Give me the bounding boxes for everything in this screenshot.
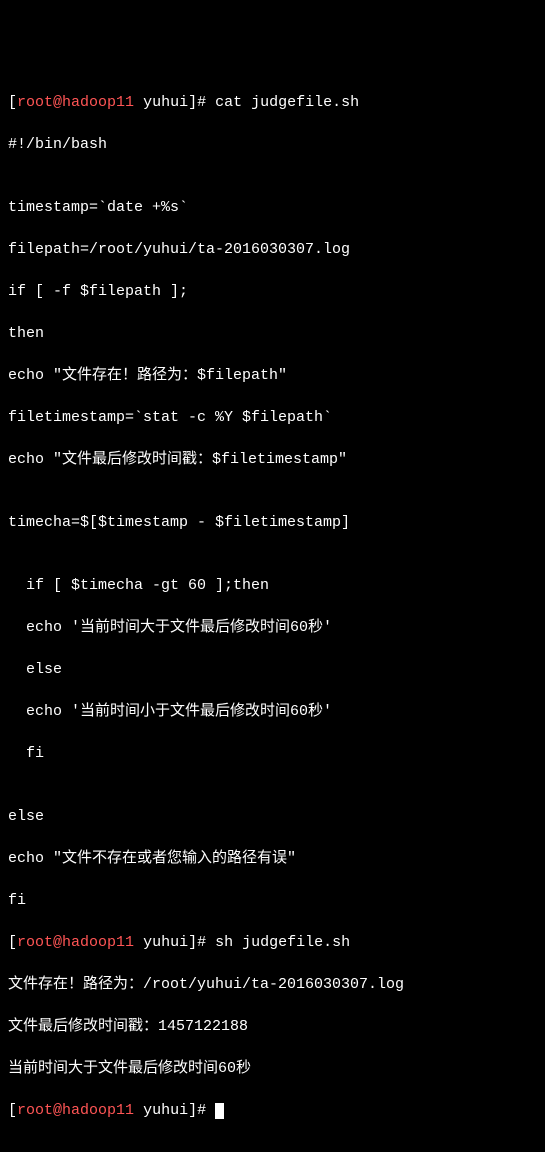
script-line: echo '当前时间大于文件最后修改时间60秒'	[8, 617, 537, 638]
cursor[interactable]	[215, 1103, 224, 1119]
script-line: #!/bin/bash	[8, 134, 537, 155]
script-line: else	[8, 659, 537, 680]
script-line: echo "文件存在！路径为：$filepath"	[8, 365, 537, 386]
output-line: 当前时间大于文件最后修改时间60秒	[8, 1058, 537, 1079]
script-line: filetimestamp=`stat -c %Y $filepath`	[8, 407, 537, 428]
script-line: if [ $timecha -gt 60 ];then	[8, 575, 537, 596]
script-line: echo '当前时间小于文件最后修改时间60秒'	[8, 701, 537, 722]
script-line: echo "文件最后修改时间戳：$filetimestamp"	[8, 449, 537, 470]
script-line: fi	[8, 743, 537, 764]
output-line: 文件存在！路径为：/root/yuhui/ta-2016030307.log	[8, 974, 537, 995]
script-line: fi	[8, 890, 537, 911]
script-line: else	[8, 806, 537, 827]
prompt-line-2: [root@hadoop11 yuhui]# sh judgefile.sh	[8, 932, 537, 953]
prompt-line-3[interactable]: [root@hadoop11 yuhui]#	[8, 1100, 537, 1121]
script-line: then	[8, 323, 537, 344]
prompt-hash: #	[197, 94, 206, 111]
script-line: timecha=$[$timestamp - $filetimestamp]	[8, 512, 537, 533]
command-sh: sh judgefile.sh	[215, 934, 350, 951]
command-cat: cat judgefile.sh	[215, 94, 359, 111]
prompt-host: hadoop11	[62, 94, 134, 111]
prompt-user: root	[17, 94, 53, 111]
script-line: echo "文件不存在或者您输入的路径有误"	[8, 848, 537, 869]
bracket-open: [	[8, 94, 17, 111]
prompt-at: @	[53, 94, 62, 111]
prompt-path: yuhui	[143, 94, 188, 111]
prompt-line-1: [root@hadoop11 yuhui]# cat judgefile.sh	[8, 92, 537, 113]
output-line: 文件最后修改时间戳：1457122188	[8, 1016, 537, 1037]
script-line: timestamp=`date +%s`	[8, 197, 537, 218]
script-line: filepath=/root/yuhui/ta-2016030307.log	[8, 239, 537, 260]
script-line: if [ -f $filepath ];	[8, 281, 537, 302]
bracket-close: ]	[188, 94, 197, 111]
